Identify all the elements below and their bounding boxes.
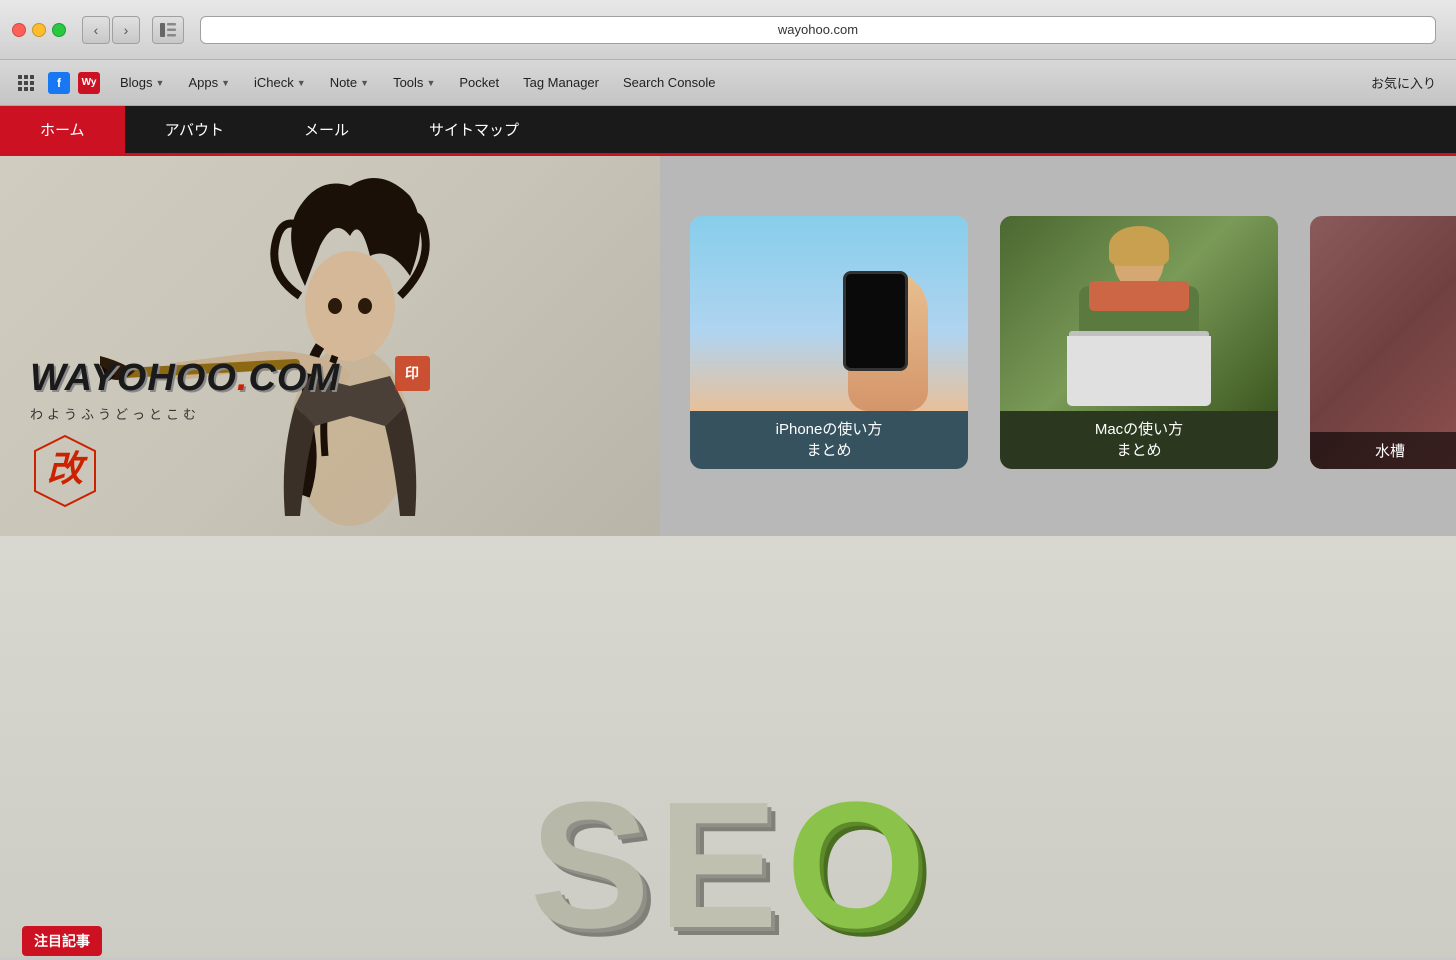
card-third[interactable]: 水槽 — [1310, 216, 1456, 469]
card-mac-title1: Macの使い方 — [1004, 419, 1274, 440]
bookmark-icheck[interactable]: iCheck ▼ — [242, 71, 318, 94]
wayohoo-subtitle: わようふうどっとこむ — [30, 404, 200, 423]
grid-apps-icon[interactable] — [12, 69, 40, 97]
card-iphone-title2: まとめ — [694, 440, 964, 461]
featured-badge[interactable]: 注目記事 — [22, 926, 102, 956]
url-text: wayohoo.com — [778, 22, 858, 37]
favicon-facebook[interactable]: f — [48, 72, 70, 94]
back-button[interactable]: ‹ — [82, 16, 110, 44]
bookmark-tag-manager[interactable]: Tag Manager — [511, 71, 611, 94]
card-iphone-footer: iPhoneの使い方 まとめ — [690, 411, 968, 469]
card-iphone-title1: iPhoneの使い方 — [694, 419, 964, 440]
bookmark-apps[interactable]: Apps ▼ — [176, 71, 242, 94]
icheck-dropdown-arrow: ▼ — [297, 78, 306, 88]
favorites-label[interactable]: お気に入り — [1363, 69, 1444, 96]
card-third-footer: 水槽 — [1310, 432, 1456, 469]
forward-button[interactable]: › — [112, 16, 140, 44]
favicon-wayohoo[interactable]: Wy — [78, 72, 100, 94]
kai-badge: 改 — [30, 431, 100, 516]
card-mac-footer: Macの使い方 まとめ — [1000, 411, 1278, 469]
nav-buttons: ‹ › — [82, 16, 140, 44]
card-iphone-image — [690, 216, 968, 411]
seo-letter-s: S — [530, 776, 650, 956]
seo-area: 注目記事 S E O — [0, 536, 1456, 957]
apps-dropdown-arrow: ▼ — [221, 78, 230, 88]
note-dropdown-arrow: ▼ — [360, 78, 369, 88]
hero-background: 印 WAYOHOO.COM わようふうどっとこむ 改 — [0, 156, 660, 556]
minimize-button[interactable] — [32, 23, 46, 37]
bookmark-search-console[interactable]: Search Console — [611, 71, 728, 94]
sitenav-mail[interactable]: メール — [264, 106, 389, 153]
svg-text:印: 印 — [405, 365, 419, 381]
sitenav-sitemap[interactable]: サイトマップ — [389, 106, 559, 153]
svg-text:改: 改 — [47, 448, 88, 489]
seo-letter-e: E — [658, 776, 778, 956]
site-navigation: ホーム アバウト メール サイトマップ — [0, 106, 1456, 156]
card-mac[interactable]: Macの使い方 まとめ — [1000, 216, 1278, 469]
bookmark-bar: Blogs ▼ Apps ▼ iCheck ▼ Note ▼ Tools ▼ P… — [108, 71, 1355, 94]
bookmark-pocket[interactable]: Pocket — [447, 71, 511, 94]
wayohoo-logo: WAYOHOO.COM わようふうどっとこむ 改 — [30, 357, 340, 516]
main-content: 印 WAYOHOO.COM わようふうどっとこむ 改 — [0, 156, 1456, 957]
sitenav-about[interactable]: アバウト — [125, 106, 264, 153]
sitenav-home[interactable]: ホーム — [0, 106, 125, 153]
address-bar[interactable]: wayohoo.com — [200, 16, 1436, 44]
bookmark-tools[interactable]: Tools ▼ — [381, 71, 447, 94]
seo-3d-letters: S E O — [530, 696, 926, 956]
maximize-button[interactable] — [52, 23, 66, 37]
traffic-lights — [12, 23, 66, 37]
seo-letter-o: O — [786, 776, 926, 956]
card-mac-title2: まとめ — [1004, 440, 1274, 461]
titlebar: ‹ › wayohoo.com — [0, 0, 1456, 60]
toolbar: f Wy Blogs ▼ Apps ▼ iCheck ▼ Note ▼ Tool… — [0, 60, 1456, 106]
sidebar-toggle-button[interactable] — [152, 16, 184, 44]
bookmark-note[interactable]: Note ▼ — [318, 71, 381, 94]
card-iphone[interactable]: iPhoneの使い方 まとめ — [690, 216, 968, 469]
card-mac-image — [1000, 216, 1278, 411]
bookmark-blogs[interactable]: Blogs ▼ — [108, 71, 176, 94]
blogs-dropdown-arrow: ▼ — [156, 78, 165, 88]
close-button[interactable] — [12, 23, 26, 37]
wayohoo-main-text: WAYOHOO.COM — [30, 357, 340, 400]
tools-dropdown-arrow: ▼ — [426, 78, 435, 88]
